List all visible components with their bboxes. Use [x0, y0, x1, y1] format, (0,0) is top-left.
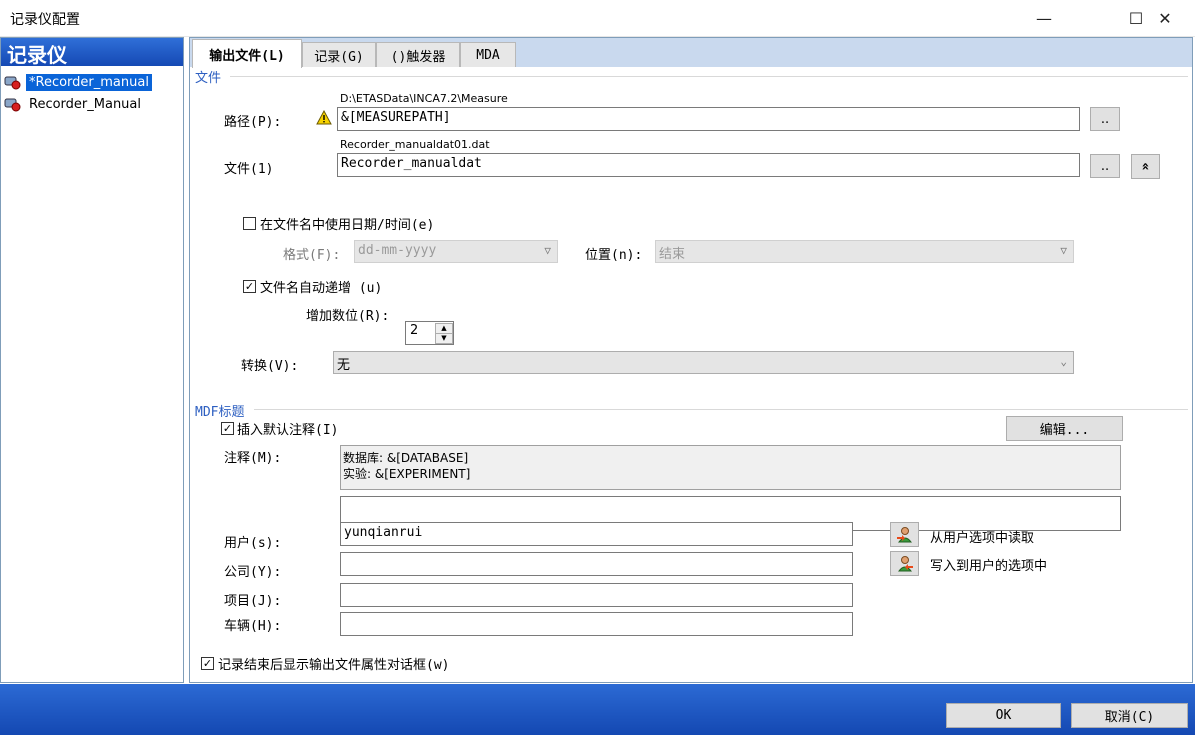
- chevron-down-icon: ⌄: [1060, 355, 1067, 368]
- comment-line-experiment: 实验: &[EXPERIMENT]: [343, 467, 471, 481]
- file-input[interactable]: Recorder_manualdat: [337, 153, 1080, 177]
- recorder-icon: [4, 74, 22, 90]
- cancel-button[interactable]: 取消(C): [1071, 703, 1188, 728]
- path-input[interactable]: &[MEASUREPATH]: [337, 107, 1080, 131]
- recorder-list-header: 记录仪: [1, 38, 183, 67]
- file-group-divider: [230, 76, 1188, 77]
- window-title: 记录仪配置: [10, 12, 80, 28]
- tab-mda[interactable]: MDA: [460, 42, 516, 67]
- path-hint: D:\ETASData\INCA7.2\Measure: [340, 92, 508, 105]
- convert-select-value: 无: [337, 358, 351, 373]
- convert-label: 转换(V):: [241, 359, 299, 374]
- minimize-button[interactable]: —: [1021, 0, 1067, 36]
- digits-label: 增加数位(R):: [306, 309, 390, 324]
- comment-label: 注释(M):: [224, 451, 282, 466]
- convert-select[interactable]: 无 ⌄: [333, 351, 1074, 374]
- position-select[interactable]: 结束 ▽: [655, 240, 1074, 263]
- close-button[interactable]: ✕: [1142, 0, 1188, 36]
- insert-comment-label: 插入默认注释(I): [237, 423, 339, 438]
- warning-icon: [316, 109, 332, 130]
- file-hint: Recorder_manualdat01.dat: [340, 138, 490, 151]
- recorder-item-1[interactable]: *Recorder_manual: [4, 72, 152, 92]
- title-bar: [0, 0, 1195, 37]
- position-label: 位置(n):: [585, 248, 643, 263]
- read-from-user-button[interactable]: [890, 522, 919, 547]
- ok-button[interactable]: OK: [946, 703, 1061, 728]
- format-select[interactable]: dd-mm-yyyy ▽: [354, 240, 558, 263]
- write-to-user-label: 写入到用户的选项中: [930, 559, 1048, 574]
- auto-increment-label: 文件名自动递增 (u): [260, 281, 383, 296]
- tab-recording[interactable]: 记录(G): [302, 42, 376, 67]
- user-input[interactable]: yunqianrui: [340, 522, 853, 546]
- format-label: 格式(F):: [283, 248, 341, 263]
- company-label: 公司(Y):: [224, 565, 282, 580]
- chevron-down-icon: ▽: [544, 244, 551, 257]
- spinner-down-icon[interactable]: ▼: [435, 333, 453, 344]
- show-dialog-label: 记录结束后显示输出文件属性对话框(w): [218, 658, 450, 673]
- insert-comment-checkbox[interactable]: ✓: [221, 422, 234, 435]
- project-label: 项目(J):: [224, 594, 282, 609]
- chevron-up-icon: «: [1138, 162, 1153, 171]
- comment-line-database: 数据库: &[DATABASE]: [343, 451, 469, 465]
- recorder-item-label: Recorder_Manual: [29, 96, 141, 112]
- recorder-item-label: *Recorder_manual: [26, 73, 152, 91]
- recorder-list-header-label: 记录仪: [7, 43, 67, 67]
- file-label: 文件(1): [224, 162, 274, 177]
- chevron-down-icon: ▽: [1060, 244, 1067, 257]
- vehicle-input[interactable]: [340, 612, 853, 636]
- minimize-icon: —: [1036, 8, 1052, 28]
- vehicle-label: 车辆(H):: [224, 619, 282, 634]
- company-input[interactable]: [340, 552, 853, 576]
- recorder-item-2[interactable]: Recorder_Manual: [4, 94, 144, 114]
- user-write-icon: [897, 555, 913, 571]
- recorder-icon: [4, 96, 22, 112]
- tab-trigger[interactable]: ()触发器: [376, 42, 460, 67]
- write-to-user-button[interactable]: [890, 551, 919, 576]
- edit-comment-button[interactable]: 编辑...: [1006, 416, 1123, 441]
- auto-increment-checkbox[interactable]: ✓: [243, 280, 256, 293]
- close-icon: ✕: [1158, 8, 1172, 28]
- mdf-group-title: MDF标题: [195, 405, 245, 420]
- path-label: 路径(P):: [224, 115, 282, 130]
- file-browse-button[interactable]: ..: [1090, 154, 1120, 178]
- digits-value: 2: [410, 323, 419, 338]
- file-group-title: 文件: [195, 71, 222, 86]
- tab-output-file[interactable]: 输出文件(L): [192, 39, 302, 68]
- collapse-button[interactable]: «: [1131, 154, 1160, 179]
- user-label: 用户(s):: [224, 536, 282, 551]
- path-browse-button[interactable]: ..: [1090, 107, 1120, 131]
- mdf-group-divider: [254, 409, 1188, 410]
- use-datetime-label: 在文件名中使用日期/时间(e): [260, 218, 435, 233]
- show-dialog-checkbox[interactable]: ✓: [201, 657, 214, 670]
- recorder-list-panel: [0, 37, 184, 683]
- project-input[interactable]: [340, 583, 853, 607]
- position-select-value: 结束: [659, 247, 686, 262]
- comment-display: 数据库: &[DATABASE] 实验: &[EXPERIMENT]: [340, 445, 1121, 490]
- read-from-user-label: 从用户选项中读取: [930, 531, 1035, 546]
- use-datetime-checkbox[interactable]: [243, 217, 256, 230]
- user-read-icon: [896, 526, 912, 542]
- format-select-value: dd-mm-yyyy: [358, 243, 437, 258]
